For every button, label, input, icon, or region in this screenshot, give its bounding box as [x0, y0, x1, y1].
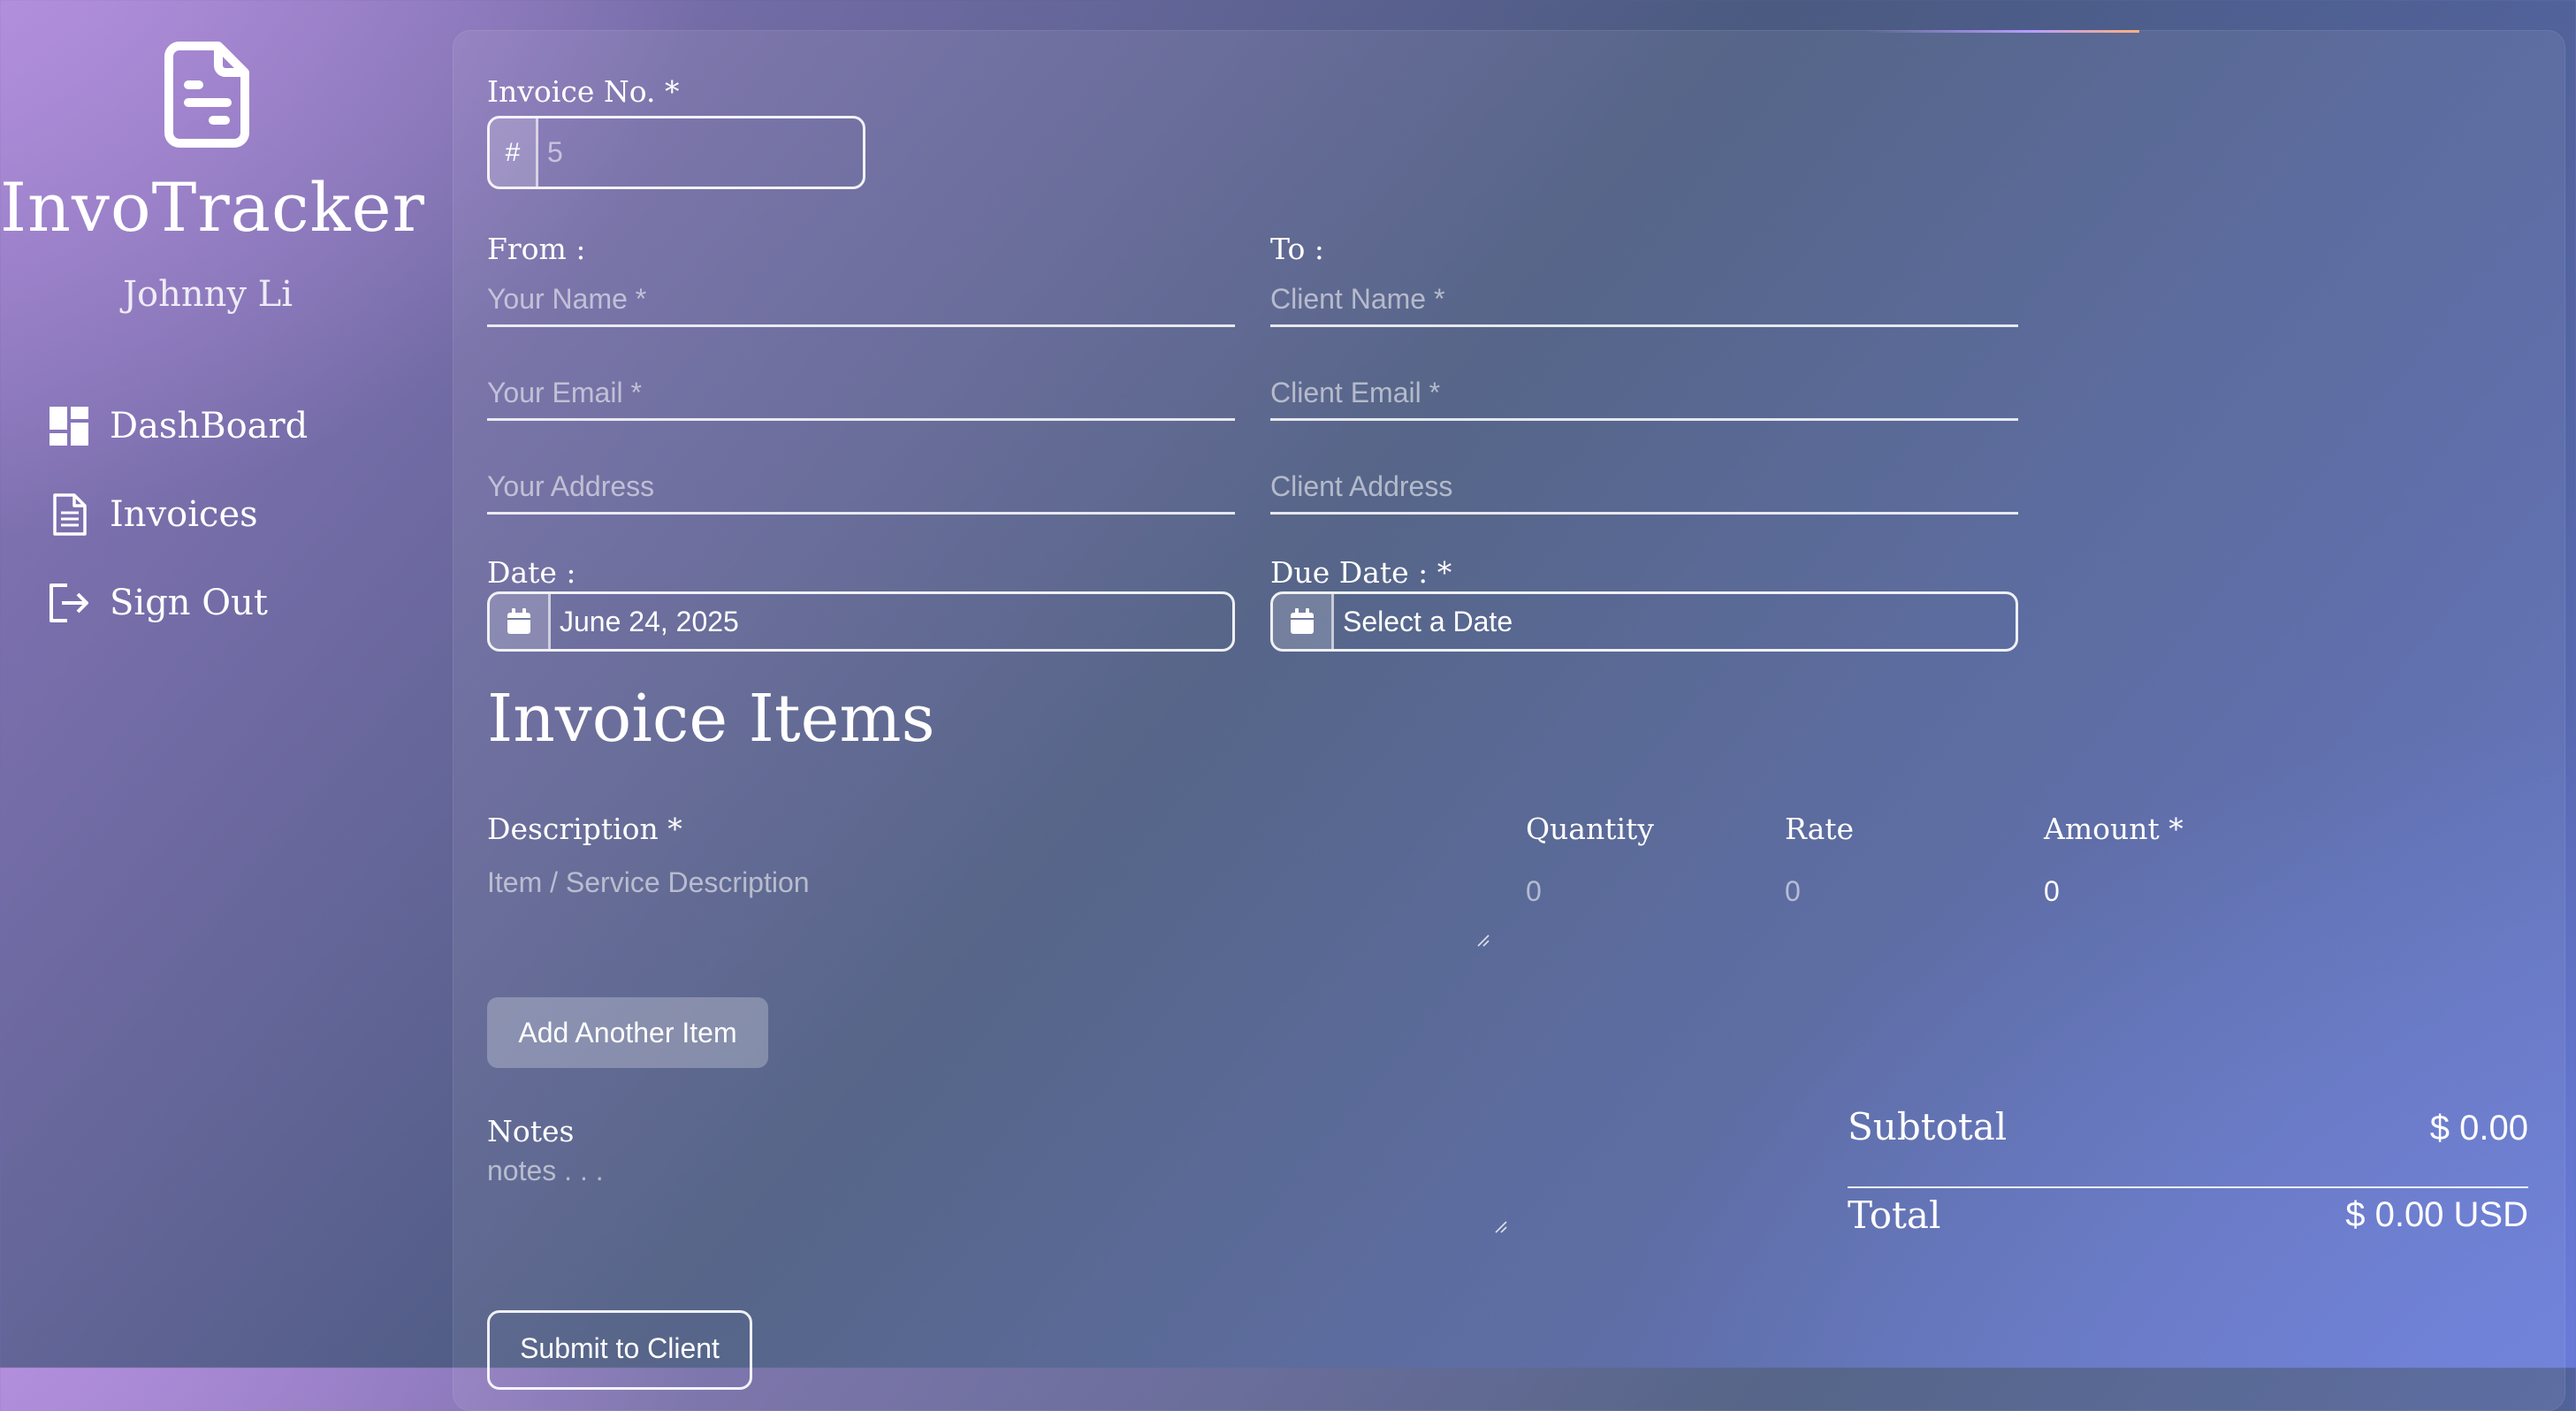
invoice-no-field[interactable]: # 5: [487, 116, 865, 189]
total-value: $ 0.00 USD: [2345, 1195, 2528, 1234]
add-item-button[interactable]: Add Another Item: [487, 997, 768, 1068]
due-date-value: Select a Date: [1343, 605, 1513, 637]
date-value: June 24, 2025: [560, 605, 739, 637]
total-label: Total: [1848, 1194, 1941, 1237]
resize-handle-icon[interactable]: [1494, 1220, 1508, 1234]
hash-prefix: #: [490, 118, 538, 187]
subtotal-value: $ 0.00: [2429, 1109, 2528, 1148]
amount-column-label: Amount *: [2044, 812, 2184, 846]
invoice-items-heading: Invoice Items: [487, 681, 935, 757]
submit-to-client-button[interactable]: Submit to Client: [487, 1310, 752, 1390]
your-name-field[interactable]: Your Name *: [487, 281, 1235, 327]
invoice-no-label: Invoice No. *: [487, 74, 680, 109]
user-name: Johnny Li: [122, 274, 293, 315]
calendar-icon: [1273, 594, 1334, 649]
due-date-picker[interactable]: Select a Date: [1270, 591, 2018, 652]
invoice-no-input[interactable]: 5: [538, 118, 563, 187]
your-address-field[interactable]: Your Address: [487, 469, 1235, 515]
sidebar-item-label: DashBoard: [110, 406, 309, 446]
notes-label: Notes: [487, 1114, 575, 1148]
subtotal-label: Subtotal: [1848, 1105, 2008, 1148]
resize-handle-icon[interactable]: [1476, 934, 1490, 948]
client-address-field[interactable]: Client Address: [1270, 469, 2018, 515]
description-column-label: Description *: [487, 812, 682, 846]
sidebar: InvoTracker Johnny Li DashBoard Invoices…: [0, 0, 425, 1368]
amount-value: 0: [2044, 875, 2060, 907]
sidebar-item-invoices[interactable]: Invoices: [48, 488, 258, 541]
accent-line: [1865, 30, 2139, 33]
your-email-field[interactable]: Your Email *: [487, 375, 1235, 421]
invoice-document-icon: [53, 493, 87, 536]
app-brand: InvoTracker: [0, 168, 425, 247]
calendar-icon: [490, 594, 551, 649]
quantity-input[interactable]: 0: [1526, 875, 1542, 908]
sign-out-icon: [50, 583, 88, 622]
item-description-textarea[interactable]: Item / Service Description: [487, 866, 1495, 948]
sidebar-item-label: Invoices: [110, 494, 258, 535]
date-picker[interactable]: June 24, 2025: [487, 591, 1235, 652]
totals-divider: [1848, 1186, 2528, 1188]
rate-column-label: Rate: [1785, 812, 1855, 846]
rate-input[interactable]: 0: [1785, 875, 1801, 908]
document-icon: [164, 42, 249, 148]
date-label: Date :: [487, 555, 576, 590]
sidebar-item-sign-out[interactable]: Sign Out: [48, 576, 268, 629]
to-label: To :: [1270, 232, 1324, 266]
dashboard-grid-icon: [50, 407, 88, 446]
due-date-label: Due Date : *: [1270, 555, 1452, 590]
sidebar-item-label: Sign Out: [110, 583, 268, 623]
client-email-field[interactable]: Client Email *: [1270, 375, 2018, 421]
quantity-column-label: Quantity: [1526, 812, 1654, 846]
from-label: From :: [487, 232, 586, 266]
notes-textarea[interactable]: notes . . .: [487, 1155, 1504, 1234]
client-name-field[interactable]: Client Name *: [1270, 281, 2018, 327]
sidebar-item-dashboard[interactable]: DashBoard: [48, 400, 308, 453]
